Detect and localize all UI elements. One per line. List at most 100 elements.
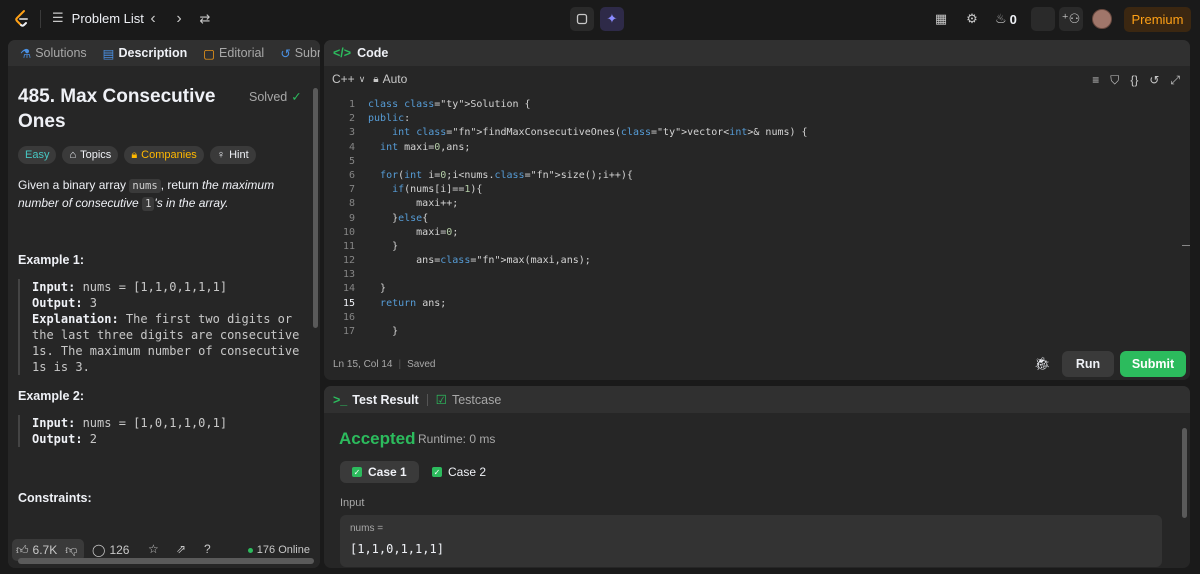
- debug-icon[interactable]: 🐞︎: [1034, 356, 1051, 372]
- code-line[interactable]: 10 maxi=0;: [324, 226, 1190, 240]
- online-count: 176 Online: [256, 544, 310, 556]
- line-number: 9: [348, 212, 355, 224]
- code-line[interactable]: 4 int maxi=0,ans;: [324, 141, 1190, 155]
- apps-grid-icon[interactable]: ▦: [931, 9, 951, 29]
- code-line[interactable]: 15 return ans;: [324, 297, 1190, 311]
- notes-icon[interactable]: [570, 7, 594, 31]
- runtime: Runtime: 0 ms: [418, 432, 496, 446]
- streak-button[interactable]: ♨ 0: [995, 9, 1023, 29]
- topics-chip[interactable]: ⌂ Topics: [62, 146, 119, 164]
- code-panel: </> Code C++ ∨ 🔒︎ Auto ≡ ⛉ {} ↺ ⤢ 1 class…: [324, 40, 1190, 380]
- run-button[interactable]: Run: [1062, 351, 1114, 377]
- code-line[interactable]: 12 ans=class="fn">max(maxi,ans);: [324, 254, 1190, 268]
- editor-toolbar: C++ ∨ 🔒︎ Auto: [332, 72, 407, 86]
- auto-mode[interactable]: 🔒︎ Auto: [373, 72, 407, 86]
- tab-submissions[interactable]: ↺ Submissio: [276, 46, 320, 61]
- problem-list-button[interactable]: ☰ Problem List: [52, 10, 144, 26]
- input-box: nums = [1,1,0,1,1,1]: [340, 515, 1162, 567]
- next-problem-icon[interactable]: ›: [168, 8, 190, 30]
- variable-value: [1,1,0,1,1,1]: [350, 542, 444, 556]
- example-input: Input: nums = [1,0,1,1,0,1]: [32, 415, 304, 431]
- code-line[interactable]: 9 }else{: [324, 212, 1190, 226]
- example-explanation: Explanation: The first two digits or the…: [32, 311, 304, 375]
- explanation-label: Explanation:: [32, 312, 119, 326]
- format-icon[interactable]: ≡: [1092, 73, 1099, 88]
- code-line[interactable]: 13: [324, 268, 1190, 282]
- flame-icon: ♨: [995, 11, 1007, 26]
- tab-test-result[interactable]: >_ Test Result: [333, 393, 419, 407]
- language-select[interactable]: C++ ∨: [332, 72, 365, 86]
- code-line[interactable]: 14 }: [324, 282, 1190, 296]
- tab-testcase[interactable]: ☑ Testcase: [435, 392, 502, 408]
- desc-code: nums: [129, 179, 161, 193]
- scroll-marker: [1182, 245, 1190, 246]
- code-line[interactable]: 1 class class="ty">Solution {: [324, 98, 1190, 112]
- problem-description: Given a binary array nums, return the ma…: [18, 177, 303, 213]
- editor-tools: ≡ ⛉ {} ↺ ⤢: [1092, 73, 1180, 88]
- reset-icon[interactable]: ↺: [1149, 73, 1159, 88]
- checkbox-icon: ☑: [435, 393, 447, 407]
- ai-sparkle-icon[interactable]: ✦: [600, 7, 624, 31]
- test-panel: >_ Test Result ☑ Testcase Accepted Runti…: [324, 386, 1190, 568]
- topics-label: Topics: [80, 149, 112, 161]
- leetcode-logo-icon[interactable]: [12, 9, 32, 29]
- comments-button[interactable]: ◯ 126: [92, 543, 129, 557]
- comment-icon: ◯: [92, 543, 106, 557]
- variable-name: nums =: [350, 523, 384, 534]
- test-panel-tabs: >_ Test Result ☑ Testcase: [324, 386, 1190, 413]
- companies-chip[interactable]: 🔒︎ Companies: [124, 146, 204, 164]
- code-text: if(nums[i]==1){: [392, 184, 483, 196]
- code-text: }: [368, 326, 399, 337]
- case-2-tab[interactable]: ✓ Case 2: [420, 461, 498, 483]
- vertical-scrollbar[interactable]: [1182, 428, 1187, 518]
- line-number: 16: [342, 311, 355, 323]
- expand-icon[interactable]: ⤢: [1170, 73, 1180, 88]
- thumbs-down-icon[interactable]: 👎︎: [65, 543, 77, 558]
- case-2-label: Case 2: [448, 465, 487, 479]
- problem-panel: ⚗ Solutions ▤ Description ▢ Editorial ↺ …: [8, 40, 320, 568]
- add-friend-icon[interactable]: ⁺⚇: [1059, 7, 1083, 31]
- code-line[interactable]: 8 maxi++;: [324, 197, 1190, 211]
- code-text: public:: [368, 113, 411, 125]
- gear-icon[interactable]: ⚙: [962, 9, 982, 29]
- blank-button[interactable]: [1031, 7, 1055, 31]
- code-line[interactable]: 11 }: [324, 240, 1190, 254]
- code-line[interactable]: 5: [324, 155, 1190, 169]
- premium-button[interactable]: Premium: [1124, 7, 1191, 32]
- code-line[interactable]: 17 }: [324, 325, 1190, 339]
- help-icon[interactable]: ?: [204, 542, 211, 556]
- hint-chip[interactable]: ♀ Hint: [209, 146, 256, 164]
- code-line[interactable]: 3 int class="fn">findMaxConsecutiveOnes(…: [324, 126, 1190, 140]
- star-icon[interactable]: ☆: [148, 542, 159, 556]
- line-number: 2: [348, 113, 355, 125]
- top-bar: ☰ Problem List ‹ › ⇄ ✦ ▦ ⚙ ♨ 0 ⁺⚇ Premiu…: [0, 0, 1200, 38]
- input-value: nums = [1,0,1,1,0,1]: [75, 416, 228, 430]
- submit-button[interactable]: Submit: [1120, 351, 1186, 377]
- code-line[interactable]: 2 public:: [324, 112, 1190, 126]
- avatar[interactable]: [1092, 9, 1112, 29]
- code-text: return ans;: [380, 297, 447, 309]
- shuffle-icon[interactable]: ⇄: [194, 8, 216, 30]
- code-text: class class="ty">Solution {: [368, 99, 531, 110]
- case-1-tab[interactable]: ✓ Case 1: [340, 461, 419, 483]
- code-line[interactable]: 7 if(nums[i]==1){: [324, 183, 1190, 197]
- horizontal-scrollbar[interactable]: [18, 558, 314, 564]
- difficulty-badge[interactable]: Easy: [18, 146, 57, 164]
- vertical-scrollbar[interactable]: [313, 88, 318, 328]
- check-icon: ✓: [352, 467, 362, 477]
- flask-icon: ⚗: [20, 46, 32, 61]
- code-text: int maxi=0,ans;: [380, 141, 471, 153]
- bookmark-icon[interactable]: ⛉: [1110, 73, 1119, 88]
- code-line[interactable]: 16: [324, 311, 1190, 325]
- tab-submissions-label: Submissio: [294, 46, 320, 60]
- tab-solutions[interactable]: ⚗ Solutions: [16, 46, 91, 61]
- tab-editorial[interactable]: ▢ Editorial: [199, 46, 268, 61]
- tab-description[interactable]: ▤ Description: [99, 46, 192, 61]
- constraints-heading: Constraints:: [18, 491, 92, 505]
- code-editor[interactable]: 1 class class="ty">Solution {2 public: 3 in…: [324, 98, 1190, 339]
- code-text: }: [368, 240, 399, 252]
- braces-icon[interactable]: {}: [1130, 73, 1138, 88]
- share-icon[interactable]: ⇗: [176, 542, 186, 556]
- prev-problem-icon[interactable]: ‹: [142, 8, 164, 30]
- code-line[interactable]: 6 for(int i=0;i<nums.class="fn">size();i…: [324, 169, 1190, 183]
